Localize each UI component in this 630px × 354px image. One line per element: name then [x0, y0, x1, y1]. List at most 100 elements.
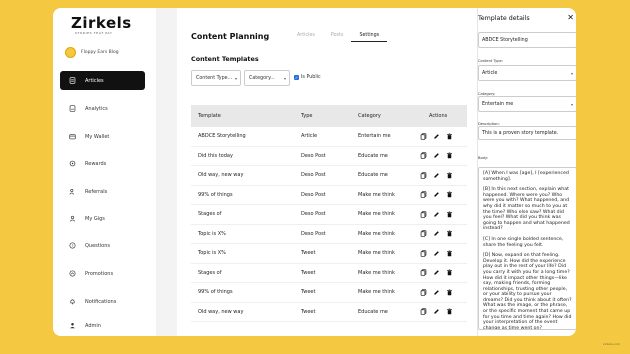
- delete-icon[interactable]: [446, 152, 453, 159]
- edit-icon[interactable]: [433, 308, 440, 315]
- sidebar-item-referrals[interactable]: Referrals: [60, 182, 145, 201]
- description-input[interactable]: This is a proven story template.: [478, 126, 576, 140]
- cell-category: Educate me: [358, 308, 388, 315]
- cell-actions: [419, 230, 467, 237]
- delete-icon[interactable]: [446, 191, 453, 198]
- page-title: Content Planning: [191, 32, 270, 41]
- tab-posts[interactable]: Posts: [323, 33, 352, 42]
- details-category-value: Entertain me: [482, 101, 514, 107]
- cell-category: Make me think: [358, 250, 395, 257]
- delete-icon[interactable]: [446, 269, 453, 276]
- edit-icon[interactable]: [433, 289, 440, 296]
- edit-icon[interactable]: [433, 191, 440, 198]
- cell-type: Tweet: [301, 289, 316, 296]
- close-icon[interactable]: ✕: [567, 13, 574, 22]
- tab-articles[interactable]: Articles: [289, 33, 323, 42]
- column-header-category: Category: [358, 113, 381, 119]
- copy-icon[interactable]: [420, 230, 427, 237]
- cell-type: Tweet: [301, 308, 316, 315]
- sidebar-item-gigs[interactable]: My Gigs: [60, 209, 145, 228]
- sidebar-item-wallet[interactable]: My Wallet: [60, 127, 145, 146]
- sidebar: Zirkels STORIES THAT PAY Floppy Ears Blo…: [53, 8, 156, 336]
- sidebar-item-promotions[interactable]: Promotions: [60, 264, 145, 283]
- copy-icon[interactable]: [420, 250, 427, 257]
- cell-template: Topic is X%: [198, 230, 226, 237]
- cell-actions: [419, 250, 467, 257]
- table-row[interactable]: Stages of Deso Post Make me think: [191, 205, 467, 225]
- details-content-type-select[interactable]: Article ▾: [478, 65, 576, 81]
- edit-icon[interactable]: [433, 172, 440, 179]
- copy-icon[interactable]: [420, 191, 427, 198]
- edit-icon[interactable]: [433, 250, 440, 257]
- column-header-actions: Actions: [429, 113, 448, 119]
- copy-icon[interactable]: [420, 211, 427, 218]
- cell-template: 99% of things: [198, 289, 233, 296]
- sidebar-item-label: Referrals: [85, 188, 108, 195]
- delete-icon[interactable]: [446, 308, 453, 315]
- content-type-select[interactable]: Content Type... ▾: [191, 70, 241, 86]
- promotions-icon: [69, 270, 76, 277]
- copy-icon[interactable]: [420, 133, 427, 140]
- cell-type: Article: [301, 133, 318, 140]
- copy-icon[interactable]: [420, 269, 427, 276]
- sidebar-item-label: My Wallet: [85, 133, 110, 140]
- delete-icon[interactable]: [446, 289, 453, 296]
- sidebar-item-label: Promotions: [85, 270, 114, 277]
- sidebar-item-rewards[interactable]: Rewards: [60, 154, 145, 173]
- sidebar-item-analytics[interactable]: Analytics: [60, 99, 145, 118]
- edit-icon[interactable]: [433, 133, 440, 140]
- tab-settings[interactable]: Settings: [351, 33, 388, 42]
- is-public-label: Is Public: [301, 75, 321, 80]
- copy-icon[interactable]: [420, 152, 427, 159]
- body-paragraph: [B] In this next section, explain what h…: [483, 187, 570, 232]
- analytics-icon: [69, 105, 76, 112]
- sidebar-item-label: Admin: [85, 322, 101, 329]
- copy-icon[interactable]: [420, 289, 427, 296]
- sidebar-item-label: Articles: [85, 77, 104, 84]
- sidebar-item-admin[interactable]: Admin: [60, 316, 145, 335]
- cell-template: Topic is X%: [198, 250, 226, 257]
- is-public-checkbox[interactable]: ✓ Is Public: [294, 75, 321, 80]
- table-row[interactable]: 99% of things Tweet Make me think: [191, 283, 467, 303]
- copy-icon[interactable]: [420, 308, 427, 315]
- blog-name: Floppy Ears Blog: [81, 50, 119, 55]
- tabs: Articles Posts Settings: [289, 33, 388, 42]
- delete-icon[interactable]: [446, 250, 453, 257]
- copy-icon[interactable]: [420, 172, 427, 179]
- delete-icon[interactable]: [446, 172, 453, 179]
- table-row[interactable]: Topic is X% Deso Post Make me think: [191, 225, 467, 244]
- edit-icon[interactable]: [433, 230, 440, 237]
- sidebar-item-questions[interactable]: ? Questions: [60, 236, 145, 255]
- table-header: Template Type Category Actions: [191, 105, 467, 127]
- details-category-select[interactable]: Entertain me ▾: [478, 96, 576, 112]
- table-row[interactable]: Did this today Deso Post Educate me: [191, 147, 467, 166]
- delete-icon[interactable]: [446, 211, 453, 218]
- table-row[interactable]: Stages of Tweet Make me think: [191, 264, 467, 283]
- templates-table: Template Type Category Actions ABDCE Sto…: [191, 105, 467, 322]
- sidebar-item-notifications[interactable]: Notifications: [60, 292, 145, 311]
- article-icon: [69, 77, 76, 84]
- table-row[interactable]: 99% of things Deso Post Make me think: [191, 186, 467, 205]
- cell-category: Make me think: [358, 211, 395, 218]
- body-textarea[interactable]: [A] When I was [age], I [experienced som…: [478, 167, 576, 330]
- template-name-input[interactable]: ABDCE Storytelling: [478, 32, 576, 48]
- cell-actions: [419, 191, 467, 198]
- table-row[interactable]: ABDCE Storytelling Article Entertain me: [191, 127, 467, 147]
- cell-category: Entertain me: [358, 133, 391, 140]
- table-row[interactable]: Old way, new way Deso Post Educate me: [191, 166, 467, 186]
- sidebar-item-label: Analytics: [85, 105, 108, 112]
- table-row[interactable]: Old way, new way Tweet Educate me: [191, 303, 467, 322]
- edit-icon[interactable]: [433, 269, 440, 276]
- category-select[interactable]: Category... ▾: [244, 70, 290, 86]
- corner-watermark: zirkels.com: [603, 342, 620, 346]
- delete-icon[interactable]: [446, 133, 453, 140]
- blog-selector[interactable]: Floppy Ears Blog: [65, 47, 119, 58]
- sidebar-item-label: My Gigs: [85, 215, 105, 222]
- sidebar-item-articles[interactable]: Articles: [60, 71, 145, 90]
- cell-actions: [419, 133, 467, 140]
- sidebar-item-label: Questions: [85, 242, 110, 249]
- table-row[interactable]: Topic is X% Tweet Make me think: [191, 244, 467, 264]
- edit-icon[interactable]: [433, 152, 440, 159]
- edit-icon[interactable]: [433, 211, 440, 218]
- delete-icon[interactable]: [446, 230, 453, 237]
